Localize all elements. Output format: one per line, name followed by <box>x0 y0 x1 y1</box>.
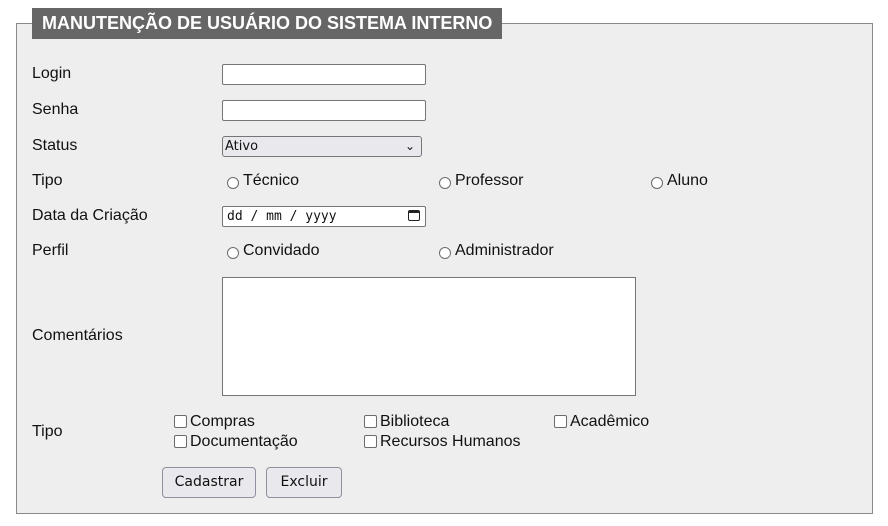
radio-tecnico-label: Técnico <box>243 172 300 189</box>
comentarios-label: Comentários <box>32 327 123 344</box>
checkbox-biblioteca[interactable] <box>364 415 377 428</box>
radio-aluno[interactable] <box>651 177 663 189</box>
login-input[interactable] <box>222 64 426 85</box>
checkbox-compras[interactable] <box>174 415 187 428</box>
calendar-icon[interactable] <box>408 210 420 221</box>
checkbox-recursos-humanos[interactable] <box>364 435 377 448</box>
radio-convidado-label: Convidado <box>243 242 320 259</box>
cadastrar-button[interactable]: Cadastrar <box>162 467 256 498</box>
radio-convidado[interactable] <box>227 247 239 259</box>
login-label: Login <box>32 65 72 82</box>
radio-aluno-label: Aluno <box>667 172 708 189</box>
checkbox-academico-label: Acadêmico <box>570 413 650 430</box>
tipo-label: Tipo <box>32 172 63 189</box>
perfil-label: Perfil <box>32 242 69 259</box>
data-criacao-label: Data da Criação <box>32 207 148 224</box>
status-label: Status <box>32 137 78 154</box>
date-placeholder: dd / mm / yyyy <box>227 209 337 224</box>
radio-professor-label: Professor <box>455 172 524 189</box>
senha-label: Senha <box>32 101 79 118</box>
radio-administrador-label: Administrador <box>455 242 554 259</box>
comentarios-textarea[interactable] <box>222 277 636 396</box>
checkbox-academico[interactable] <box>554 415 567 428</box>
radio-tecnico[interactable] <box>227 177 239 189</box>
checkbox-documentacao[interactable] <box>174 435 187 448</box>
excluir-button[interactable]: Excluir <box>266 467 342 498</box>
chevron-down-icon: ⌄ <box>404 139 415 153</box>
checkbox-biblioteca-label: Biblioteca <box>380 413 450 430</box>
checkbox-compras-label: Compras <box>190 413 255 430</box>
radio-professor[interactable] <box>439 177 451 189</box>
data-criacao-input[interactable]: dd / mm / yyyy <box>222 206 426 227</box>
radio-administrador[interactable] <box>439 247 451 259</box>
form-title: MANUTENÇÃO DE USUÁRIO DO SISTEMA INTERNO <box>32 8 503 39</box>
tipo-areas-label: Tipo <box>32 423 63 440</box>
status-selected-value: Ativo <box>225 139 259 154</box>
senha-input[interactable] <box>222 100 426 121</box>
checkbox-documentacao-label: Documentação <box>190 433 298 450</box>
checkbox-recursos-humanos-label: Recursos Humanos <box>380 433 521 450</box>
status-select[interactable]: Ativo ⌄ <box>222 136 422 157</box>
